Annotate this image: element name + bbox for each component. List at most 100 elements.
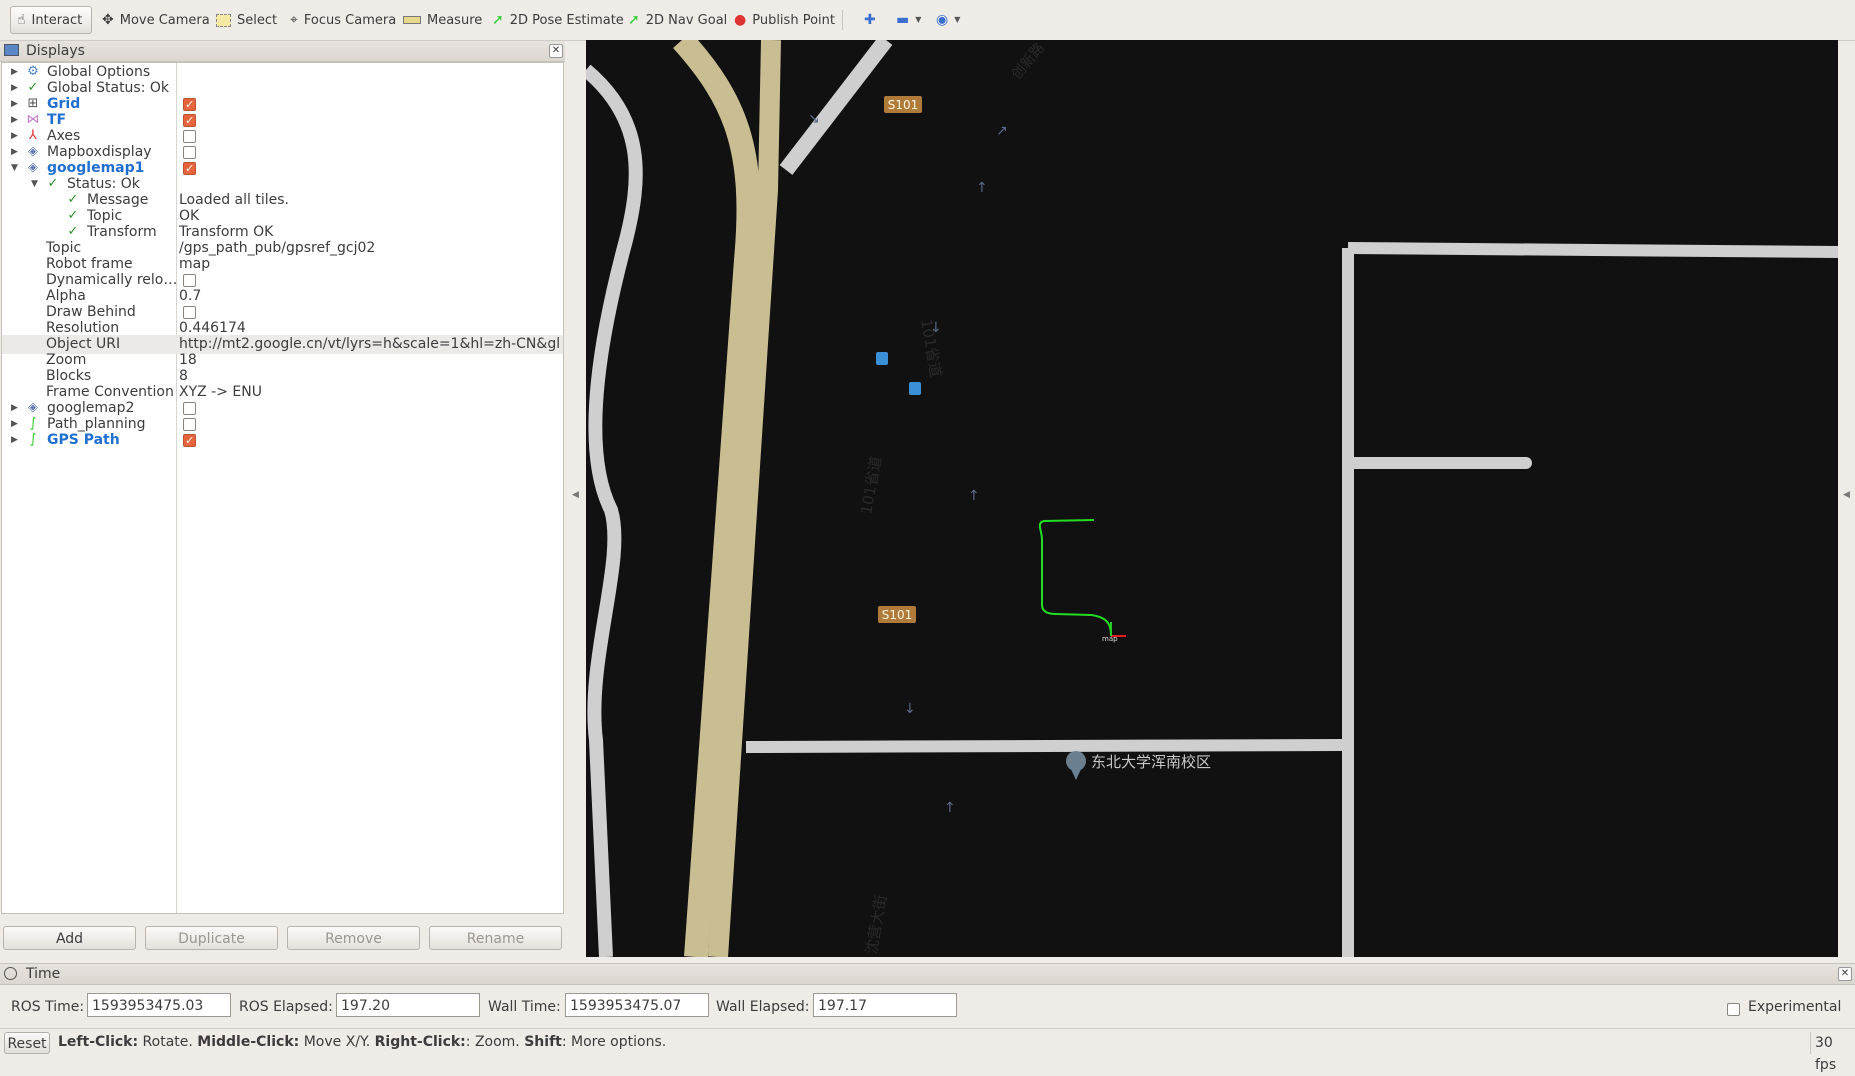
hint-text: : Zoom. bbox=[465, 1034, 525, 1050]
clock-icon bbox=[4, 967, 17, 980]
checkmark-icon: ✓ bbox=[27, 80, 39, 95]
dropdown-arrow-icon: ▼ bbox=[954, 15, 961, 24]
pose-estimate-tool-button[interactable]: ➚ 2D Pose Estimate bbox=[486, 6, 630, 34]
checkmark-icon: ✓ bbox=[67, 192, 79, 207]
path-icon: ∫ bbox=[29, 432, 37, 447]
hint-text: : More options. bbox=[561, 1034, 667, 1050]
road-name-label: 101省道 bbox=[857, 455, 885, 516]
time-title: Time bbox=[26, 966, 61, 982]
displays-button-row: Add Duplicate Remove Rename bbox=[0, 926, 565, 953]
hint-key: Left-Click: bbox=[58, 1034, 139, 1050]
axes-icon: ⅄ bbox=[29, 128, 37, 143]
path-planning-enable-checkbox[interactable] bbox=[183, 418, 196, 431]
direction-arrow-icon: ↗ bbox=[996, 123, 1008, 139]
duplicate-button[interactable]: Duplicate bbox=[145, 926, 278, 950]
direction-arrow-icon: ↑ bbox=[968, 488, 980, 504]
draw-behind-checkbox[interactable] bbox=[183, 306, 196, 319]
ros-time-field[interactable]: 1593953475.03 bbox=[87, 993, 231, 1017]
move-camera-tool-button[interactable]: ✥ Move Camera bbox=[96, 6, 216, 34]
minor-road-top-right bbox=[1347, 242, 1838, 258]
publish-point-tool-button[interactable]: ● Publish Point bbox=[728, 6, 841, 34]
googlemap1-enable-checkbox[interactable] bbox=[183, 162, 196, 175]
pose-estimate-label: 2D Pose Estimate bbox=[509, 12, 624, 28]
wall-time-label: Wall Time: bbox=[488, 999, 561, 1015]
reset-button[interactable]: Reset bbox=[4, 1032, 50, 1054]
experimental-checkbox[interactable] bbox=[1727, 1003, 1740, 1016]
mapboxdisplay-enable-checkbox[interactable] bbox=[183, 146, 196, 159]
collapse-left-arrow-icon[interactable]: ◀ bbox=[572, 490, 579, 500]
ros-time-label: ROS Time: bbox=[11, 999, 85, 1015]
add-tool-button[interactable]: ✚ bbox=[858, 6, 882, 34]
checkmark-icon: ✓ bbox=[47, 176, 59, 191]
googlemap2-enable-checkbox[interactable] bbox=[183, 402, 196, 415]
checkmark-icon: ✓ bbox=[67, 208, 79, 223]
gear-icon: ⚙ bbox=[27, 64, 39, 79]
remove-tool-button[interactable]: ▬ ▼ bbox=[890, 6, 927, 34]
hint-text: Move X/Y. bbox=[299, 1034, 375, 1050]
grid-enable-checkbox[interactable] bbox=[183, 98, 196, 111]
toolbar-separator bbox=[842, 10, 843, 30]
view-tool-button[interactable]: ◉ ▼ bbox=[930, 6, 966, 34]
displays-title: Displays bbox=[26, 43, 85, 59]
collapse-right-arrow-icon[interactable]: ◀ bbox=[1843, 490, 1850, 500]
select-tool-button[interactable]: Select bbox=[210, 6, 283, 34]
time-panel-header: Time ✕ bbox=[0, 963, 1855, 985]
map-canvas: ↘ ↓ ↑ ↑ ↓ ↑ ↗ S101 S101 101省道 101省道 沈营大街… bbox=[586, 40, 1838, 957]
close-panel-icon[interactable]: ✕ bbox=[1838, 967, 1852, 981]
monitor-icon bbox=[4, 44, 19, 56]
mouse-hint: Left-Click: Rotate. Middle-Click: Move X… bbox=[58, 1034, 666, 1050]
checkmark-icon: ✓ bbox=[67, 224, 79, 239]
road-name-label: 沈营大街 bbox=[862, 893, 890, 955]
rename-button[interactable]: Rename bbox=[429, 926, 562, 950]
wall-time-field[interactable]: 1593953475.07 bbox=[565, 993, 709, 1017]
nav-arrow-icon: ➚ bbox=[628, 12, 640, 28]
measure-label: Measure bbox=[427, 12, 483, 28]
plus-icon: ✚ bbox=[864, 12, 876, 28]
toolbar: ☝ Interact ✥ Move Camera Select ⌖ Focus … bbox=[0, 0, 1855, 41]
move-camera-label: Move Camera bbox=[119, 12, 210, 28]
tf-icon: ⋈ bbox=[26, 112, 40, 127]
map-display-icon: ◈ bbox=[28, 160, 38, 175]
hint-key: Middle-Click: bbox=[197, 1034, 300, 1050]
direction-arrow-icon: ↑ bbox=[976, 180, 988, 196]
remove-button[interactable]: Remove bbox=[287, 926, 420, 950]
gps-path-enable-checkbox[interactable] bbox=[183, 434, 196, 447]
select-box-icon bbox=[216, 13, 231, 27]
axes-enable-checkbox[interactable] bbox=[183, 130, 196, 143]
map-pin-icon: ● bbox=[734, 12, 747, 28]
minus-icon: ▬ bbox=[896, 12, 910, 28]
status-bar: Reset Left-Click: Rotate. Middle-Click: … bbox=[0, 1028, 1855, 1073]
experimental-label: Experimental bbox=[1748, 999, 1842, 1015]
crosshair-icon: ⌖ bbox=[290, 12, 298, 28]
displays-panel-header: Displays ✕ bbox=[0, 41, 565, 62]
wall-elapsed-label: Wall Elapsed: bbox=[716, 999, 810, 1015]
add-button[interactable]: Add bbox=[3, 926, 136, 950]
eye-icon: ◉ bbox=[936, 12, 949, 28]
interact-tool-button[interactable]: ☝ Interact bbox=[10, 6, 92, 34]
nav-goal-tool-button[interactable]: ➚ 2D Nav Goal bbox=[622, 6, 733, 34]
route-shield-mid-label: S101 bbox=[882, 608, 913, 622]
ruler-icon bbox=[403, 16, 421, 24]
dynamically-reload-checkbox[interactable] bbox=[183, 274, 196, 287]
direction-arrow-icon: ↘ bbox=[808, 111, 820, 127]
wall-elapsed-field[interactable]: 197.17 bbox=[813, 993, 957, 1017]
map-display-icon: ◈ bbox=[28, 144, 38, 159]
measure-tool-button[interactable]: Measure bbox=[397, 6, 488, 34]
path-icon: ∫ bbox=[29, 416, 37, 431]
gps-path-line bbox=[1038, 519, 1112, 636]
ros-elapsed-field[interactable]: 197.20 bbox=[336, 993, 480, 1017]
displays-tree: ▶ ⚙ Global Options ▶ ✓ Global Status: Ok… bbox=[1, 62, 564, 914]
tf-frame-label: map bbox=[1102, 635, 1118, 643]
hand-pointer-icon: ☝ bbox=[17, 12, 26, 28]
tf-enable-checkbox[interactable] bbox=[183, 114, 196, 127]
minor-road-left bbox=[586, 64, 643, 957]
focus-camera-tool-button[interactable]: ⌖ Focus Camera bbox=[284, 6, 402, 34]
grid-icon: ⊞ bbox=[27, 96, 39, 111]
tree-row-gps-path[interactable]: ▶ ∫ GPS Path bbox=[2, 431, 563, 450]
displays-panel: Displays ✕ ▶ ⚙ Global Options ▶ ✓ Global… bbox=[0, 41, 565, 963]
nav-goal-label: 2D Nav Goal bbox=[645, 12, 728, 28]
expand-arrow-icon[interactable]: ▶ bbox=[11, 431, 21, 450]
hint-text: Rotate. bbox=[138, 1034, 198, 1050]
close-panel-icon[interactable]: ✕ bbox=[549, 44, 563, 58]
render-viewport[interactable]: ↘ ↓ ↑ ↑ ↓ ↑ ↗ S101 S101 101省道 101省道 沈营大街… bbox=[586, 40, 1838, 957]
